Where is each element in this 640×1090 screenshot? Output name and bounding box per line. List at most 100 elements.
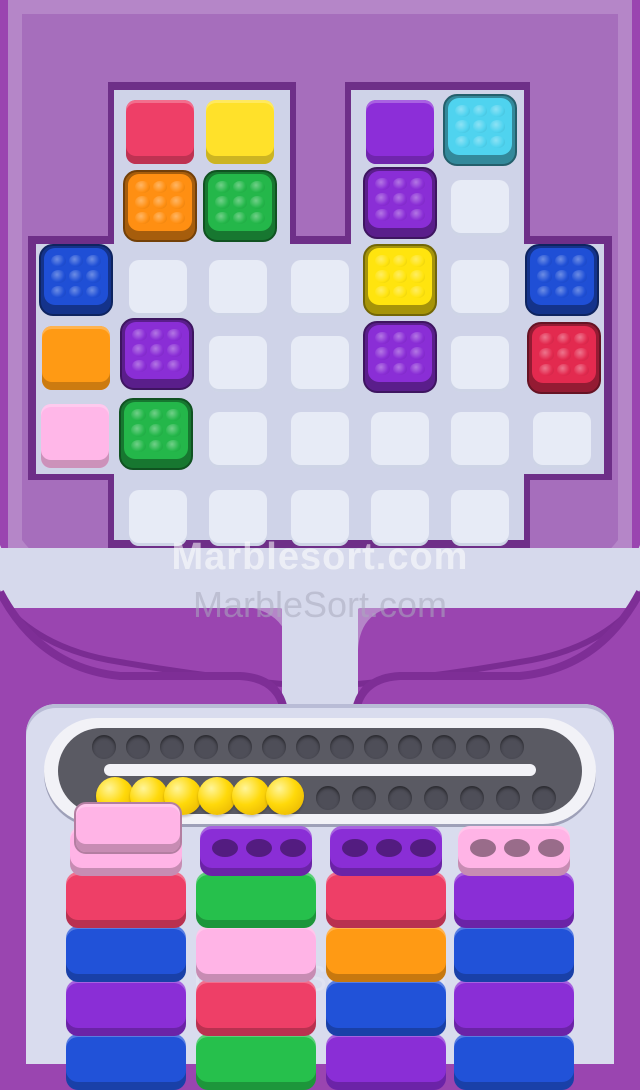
yellow-marble xyxy=(266,777,304,815)
funnel-wings xyxy=(0,590,640,710)
stud xyxy=(232,196,248,209)
stud xyxy=(51,255,66,268)
purple-studded-block-a[interactable] xyxy=(363,167,437,239)
stud xyxy=(148,409,164,422)
stud xyxy=(132,344,147,357)
conveyor-slot xyxy=(160,735,184,759)
stud xyxy=(375,193,390,206)
stud xyxy=(455,120,470,133)
stud xyxy=(490,120,505,133)
stud xyxy=(131,424,146,437)
tray-hole xyxy=(212,839,238,857)
tray-row xyxy=(66,926,186,982)
stud xyxy=(152,196,168,209)
empty-cell xyxy=(209,412,267,468)
stud xyxy=(410,332,425,345)
stud xyxy=(455,135,470,148)
watermark-secondary: MarbleSort.com xyxy=(192,584,448,625)
stud xyxy=(556,363,572,376)
stud xyxy=(51,285,66,298)
stud xyxy=(166,424,181,437)
stud xyxy=(149,329,165,342)
yellow-marble xyxy=(198,777,236,815)
stud xyxy=(250,211,265,224)
stud xyxy=(472,135,488,148)
stud xyxy=(472,105,488,118)
stud xyxy=(250,196,265,209)
stud xyxy=(166,439,181,452)
tray-hole xyxy=(342,839,368,857)
stud xyxy=(170,196,185,209)
blue-studded-block-left[interactable] xyxy=(39,244,113,316)
lifted-pink-tray[interactable] xyxy=(74,802,182,854)
orange-solid-block[interactable] xyxy=(42,326,110,390)
conveyor-slot xyxy=(496,786,520,810)
tray-hole xyxy=(376,839,402,857)
stud xyxy=(537,285,552,298)
tray-row xyxy=(454,926,574,982)
yellow-solid-block[interactable] xyxy=(206,100,274,164)
conveyor-slot xyxy=(466,735,490,759)
stud xyxy=(215,181,230,194)
stud xyxy=(410,347,425,360)
empty-cell xyxy=(209,336,267,392)
stud xyxy=(392,255,408,268)
tray-hole xyxy=(504,839,530,857)
tray-row xyxy=(66,980,186,1036)
stud xyxy=(554,285,570,298)
stud xyxy=(215,196,230,209)
conveyor-slot xyxy=(126,735,150,759)
yellow-studded-block[interactable] xyxy=(363,244,437,316)
stud xyxy=(392,347,408,360)
empty-cell xyxy=(533,412,591,468)
stud xyxy=(250,181,265,194)
green-studded-block-top[interactable] xyxy=(203,170,277,242)
stud xyxy=(170,211,185,224)
stud xyxy=(148,424,164,437)
conveyor-slot xyxy=(316,786,340,810)
cyan-studded-block[interactable] xyxy=(443,94,517,166)
stud xyxy=(152,181,168,194)
red-studded-block[interactable] xyxy=(527,322,601,394)
stud xyxy=(215,211,230,224)
blue-studded-block-right[interactable] xyxy=(525,244,599,316)
stud xyxy=(574,333,589,346)
pink-solid-block[interactable] xyxy=(41,404,109,468)
stud xyxy=(556,348,572,361)
stud xyxy=(410,208,425,221)
conveyor-slot xyxy=(330,735,354,759)
empty-cell xyxy=(451,336,509,392)
conveyor-slot xyxy=(432,735,456,759)
stud xyxy=(392,208,408,221)
stud xyxy=(86,285,101,298)
stud xyxy=(149,359,165,372)
stud xyxy=(539,348,554,361)
stud xyxy=(539,363,554,376)
conveyor-slot xyxy=(364,735,388,759)
green-studded-block-bottom[interactable] xyxy=(119,398,193,470)
stud xyxy=(410,285,425,298)
purple-studded-block-c[interactable] xyxy=(363,321,437,393)
stud xyxy=(152,211,168,224)
orange-studded-block[interactable] xyxy=(123,170,197,242)
tray-row xyxy=(196,926,316,982)
stud xyxy=(68,285,84,298)
watermark-primary: Marblesort.com xyxy=(171,536,469,578)
yellow-marble xyxy=(232,777,270,815)
purple-solid-block-top[interactable] xyxy=(366,100,434,164)
tray-row xyxy=(454,1034,574,1090)
stud xyxy=(68,255,84,268)
conveyor-slot xyxy=(398,735,422,759)
red-solid-block[interactable] xyxy=(126,100,194,164)
purple-studded-block-b[interactable] xyxy=(120,318,194,390)
stud xyxy=(392,332,408,345)
tray-row xyxy=(196,1034,316,1090)
stud xyxy=(375,255,390,268)
tray-row xyxy=(326,1034,446,1090)
stud xyxy=(170,181,185,194)
stud xyxy=(410,255,425,268)
empty-cell xyxy=(209,260,267,316)
stud xyxy=(166,409,181,422)
stud xyxy=(472,120,488,133)
empty-cell xyxy=(451,260,509,316)
